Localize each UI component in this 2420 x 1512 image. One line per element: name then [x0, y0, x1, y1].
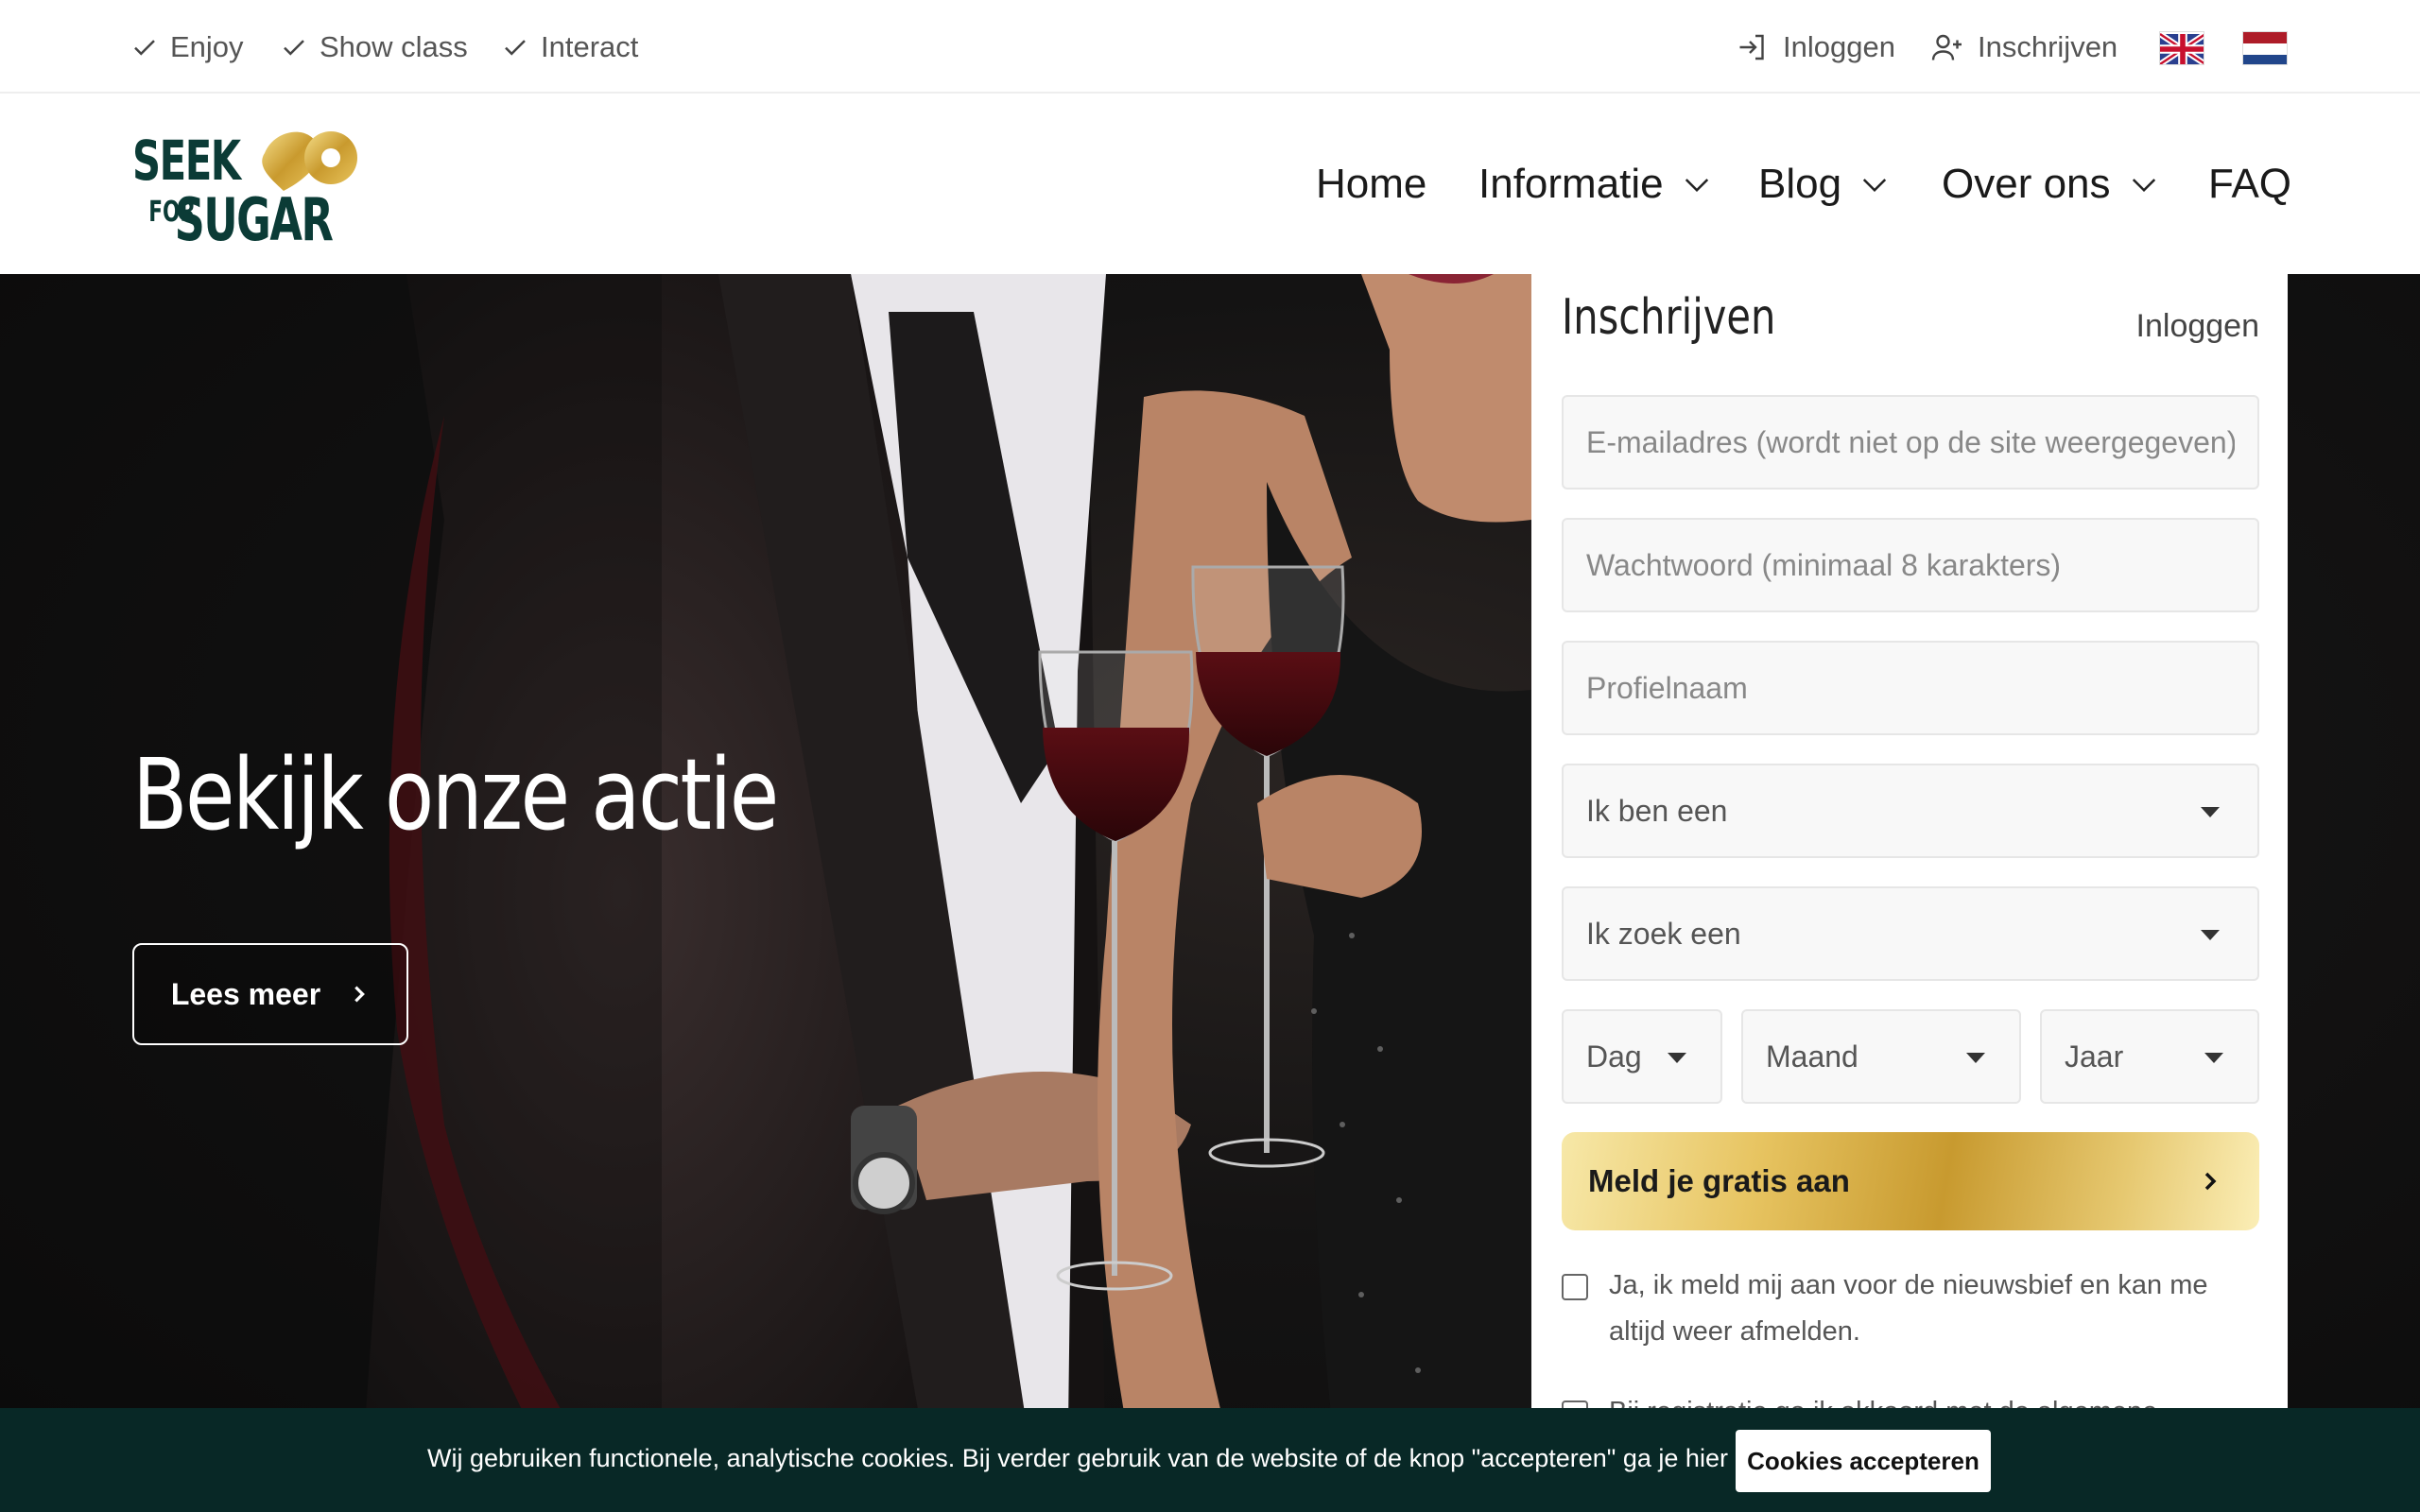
top-login-link[interactable]: Inloggen — [1736, 28, 1895, 66]
chevron-right-icon — [2204, 1172, 2217, 1191]
i-am-select[interactable]: Ik ben een — [1562, 764, 2259, 858]
check-icon — [134, 40, 155, 56]
password-field — [1562, 518, 2259, 612]
email-input[interactable] — [1564, 397, 2257, 488]
logo-sugar: SUGAR — [175, 186, 334, 243]
perk-label: Interact — [541, 30, 639, 63]
english-flag-icon[interactable] — [2159, 31, 2204, 65]
perk-enjoy: Enjoy — [130, 28, 244, 66]
logo-seek: SEEK — [132, 129, 243, 193]
check-icon — [284, 40, 304, 56]
hero-couple-image — [0, 274, 1531, 1512]
signup-title: Inschrijven — [1562, 289, 1776, 346]
check-icon — [505, 40, 526, 56]
signup-submit-label: Meld je gratis aan — [1588, 1163, 1850, 1198]
dutch-flag-icon[interactable] — [2242, 31, 2288, 65]
caret-down-icon — [2201, 930, 2220, 940]
newsletter-checkbox[interactable] — [1562, 1274, 1588, 1300]
nav-faq-label: FAQ — [2208, 161, 2292, 207]
nav-blog[interactable]: Blog — [1758, 151, 1889, 217]
caret-down-icon — [1966, 1053, 1985, 1063]
signup-submit-button[interactable]: Meld je gratis aan — [1562, 1132, 2259, 1230]
perk-label: Enjoy — [170, 30, 244, 63]
month-select[interactable]: Maand — [1741, 1009, 2021, 1104]
nav-over-ons-label: Over ons — [1942, 161, 2111, 207]
day-select[interactable]: Dag — [1562, 1009, 1722, 1104]
nav-faq[interactable]: FAQ — [2208, 151, 2291, 217]
perk-label: Show class — [320, 30, 468, 63]
top-login-label: Inloggen — [1783, 30, 1895, 63]
caret-down-icon — [1668, 1053, 1686, 1063]
nav-over-ons[interactable]: Over ons — [1942, 151, 2158, 217]
newsletter-label: Ja, ik meld mij aan voor de nieuwsbief e… — [1609, 1270, 2208, 1347]
nav-informatie[interactable]: Informatie — [1478, 151, 1711, 217]
nav-informatie-label: Informatie — [1478, 161, 1664, 207]
hero-title: Bekijk onze actie — [132, 737, 779, 852]
cookie-text: Wij gebruiken functionele, analytische c… — [427, 1444, 1891, 1472]
nav-home-label: Home — [1316, 161, 1427, 207]
chevron-down-icon — [1862, 179, 1887, 193]
profile-name-input[interactable] — [1564, 643, 2257, 733]
month-select-value: Maand — [1766, 1039, 1858, 1074]
chevron-down-icon — [2132, 179, 2155, 193]
top-register-label: Inschrijven — [1978, 30, 2118, 63]
top-bar: Enjoy Show class Interact Inloggen Insch… — [0, 0, 2420, 94]
perk-show-class: Show class — [280, 28, 468, 66]
caret-down-icon — [2201, 807, 2220, 817]
nav-home[interactable]: Home — [1316, 151, 1426, 217]
lees-meer-label: Lees meer — [170, 976, 321, 1011]
cookie-banner: Wij gebruiken functionele, analytische c… — [0, 1408, 2420, 1512]
nav-blog-label: Blog — [1758, 161, 1842, 207]
caret-down-icon — [2204, 1053, 2223, 1063]
accept-cookies-button[interactable]: Cookies accepteren — [1736, 1430, 1991, 1492]
chevron-right-icon — [354, 986, 366, 1003]
top-register-link[interactable]: Inschrijven — [1930, 28, 2118, 66]
seek-for-sugar-logo[interactable]: SEEK FOR SUGAR — [132, 125, 359, 254]
chevron-down-icon — [1685, 179, 1708, 193]
looking-for-select-value: Ik zoek een — [1586, 916, 1741, 951]
signup-panel: Inschrijven Inloggen Ik ben een Ik zoek … — [1531, 274, 2288, 1512]
lees-meer-button[interactable]: Lees meer — [132, 943, 408, 1045]
i-am-select-value: Ik ben een — [1586, 793, 1728, 828]
perk-interact: Interact — [501, 28, 638, 66]
looking-for-select[interactable]: Ik zoek een — [1562, 886, 2259, 981]
main-navbar: SEEK FOR SUGAR Home Informatie Blog Over… — [0, 94, 2420, 274]
newsletter-option: Ja, ik meld mij aan voor de nieuwsbief e… — [1562, 1263, 2261, 1355]
year-select-value: Jaar — [2065, 1039, 2124, 1074]
password-input[interactable] — [1564, 520, 2257, 610]
sign-in-icon — [1739, 34, 1764, 60]
profile-name-field — [1562, 641, 2259, 735]
year-select[interactable]: Jaar — [2040, 1009, 2259, 1104]
email-field — [1562, 395, 2259, 490]
signup-login-link[interactable]: Inloggen — [2136, 308, 2259, 345]
day-select-value: Dag — [1586, 1039, 1642, 1074]
user-plus-icon — [1931, 34, 1962, 60]
